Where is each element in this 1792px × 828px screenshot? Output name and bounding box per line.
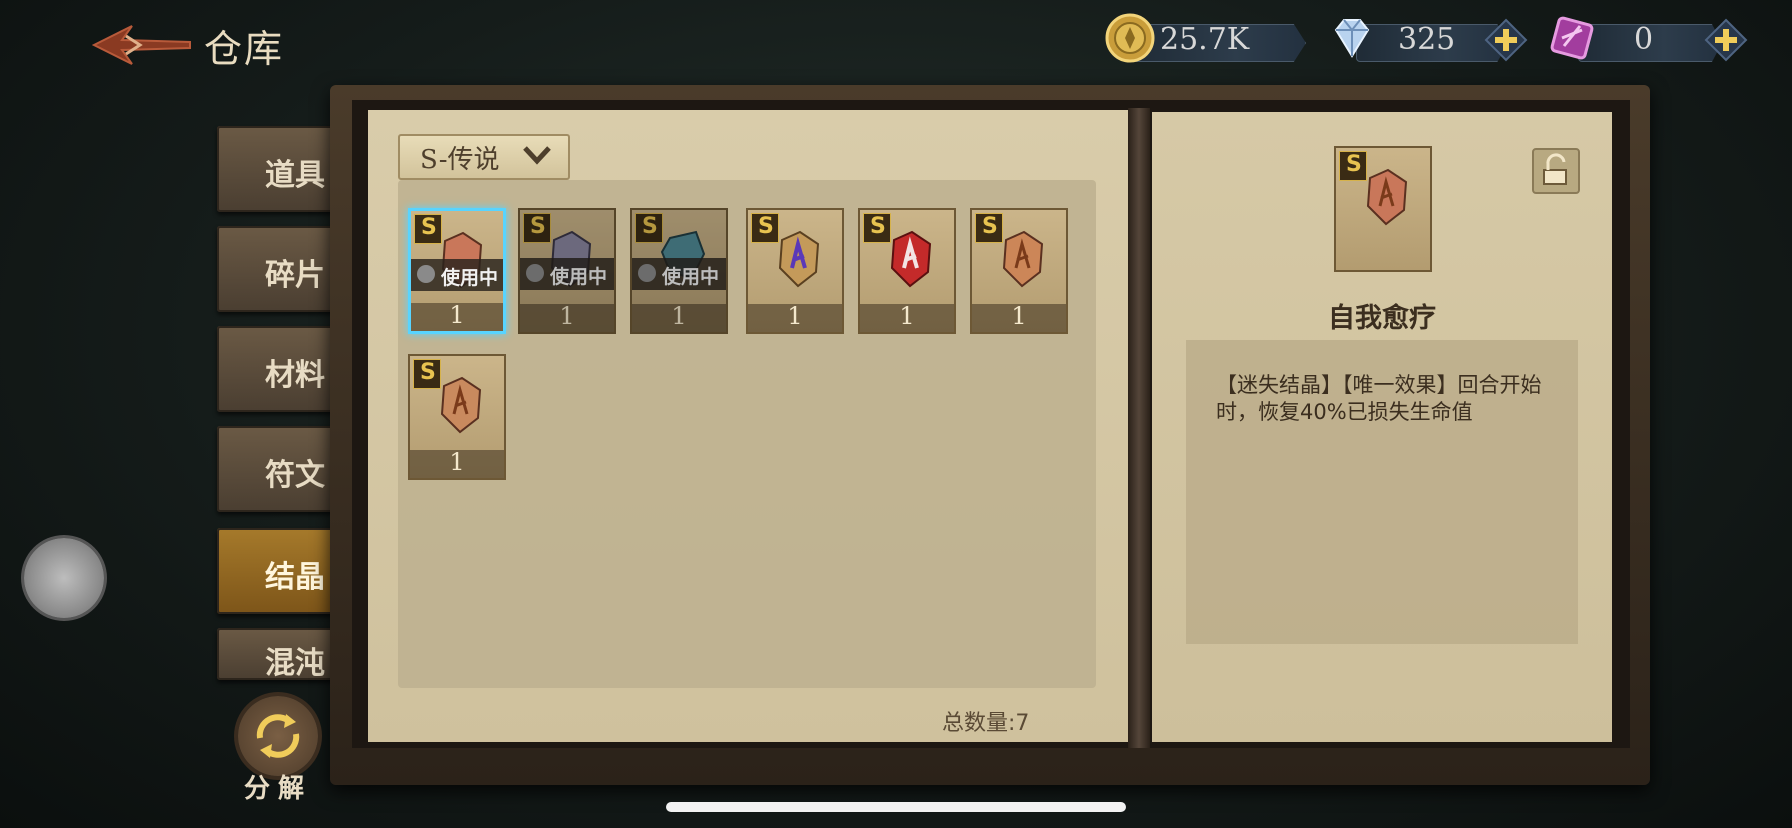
item-card[interactable]: S 使用中 1 (630, 208, 728, 334)
item-quantity: 1 (559, 302, 575, 330)
tab-label: 道具 (265, 158, 325, 193)
tab-fragments[interactable]: 碎片 (217, 226, 335, 312)
crystal-icon (440, 376, 482, 434)
rarity-filter-label: S-传说 (420, 145, 500, 175)
tab-label: 材料 (265, 358, 325, 393)
item-card[interactable]: S 1 (970, 208, 1068, 334)
decompose-label: 分解 (244, 774, 313, 804)
crystal-icon (778, 230, 820, 288)
tab-label: 符文 (265, 458, 325, 493)
in-use-badge: 使用中 (520, 258, 614, 290)
diamond-icon (1334, 19, 1370, 58)
crystal-value: 0 (1634, 22, 1654, 57)
equipped-character-icon (638, 264, 656, 282)
item-quantity: 1 (899, 302, 915, 330)
item-quantity: 1 (787, 302, 803, 330)
detail-item-card: S (1334, 146, 1432, 272)
item-card[interactable]: S 1 (746, 208, 844, 334)
item-quantity: 1 (671, 302, 687, 330)
unlock-icon (1543, 153, 1567, 185)
home-indicator[interactable] (666, 802, 1126, 812)
coin-icon (1105, 13, 1155, 63)
tab-label: 混沌 (265, 646, 325, 680)
decompose-button[interactable] (238, 696, 318, 776)
in-use-badge: 使用中 (411, 259, 503, 291)
tab-items[interactable]: 道具 (217, 126, 335, 212)
coin-value: 25.7K (1160, 22, 1250, 57)
lock-toggle-button[interactable] (1532, 148, 1580, 194)
total-count: 总数量:7 (942, 711, 1030, 736)
equipped-character-icon (526, 264, 544, 282)
page-title: 仓库 (204, 27, 285, 71)
item-card[interactable]: S 使用中 1 (408, 208, 506, 334)
item-description: 【迷失结晶】【唯一效果】回合开始时，恢复40%已损失生命值 (1216, 373, 1542, 424)
back-button[interactable] (92, 22, 192, 68)
in-use-badge: 使用中 (632, 258, 726, 290)
add-diamond-button[interactable] (1484, 18, 1528, 62)
item-quantity: 1 (449, 301, 465, 329)
pinwheel-menu-button[interactable] (24, 538, 104, 618)
item-card[interactable]: S 1 (858, 208, 956, 334)
tab-crystals[interactable]: 结晶 (217, 528, 335, 614)
equipped-character-icon (417, 265, 435, 283)
item-quantity: 1 (449, 448, 465, 476)
tab-label: 结晶 (265, 560, 325, 595)
recycle-icon (256, 714, 300, 758)
crystal-icon (1002, 230, 1044, 288)
item-name: 自我愈疗 (1328, 303, 1436, 334)
item-card[interactable]: S 使用中 1 (518, 208, 616, 334)
chevron-down-icon (523, 146, 551, 165)
tab-materials[interactable]: 材料 (217, 326, 335, 412)
tab-label: 碎片 (265, 258, 325, 293)
purple-crystal-icon (1550, 16, 1594, 60)
tab-runes[interactable]: 符文 (217, 426, 335, 512)
crystal-icon (1366, 168, 1408, 226)
book-spine (1128, 108, 1150, 748)
item-quantity: 1 (1011, 302, 1027, 330)
crystal-icon (890, 230, 932, 288)
item-card[interactable]: S 1 (408, 354, 506, 480)
add-crystal-button[interactable] (1704, 18, 1748, 62)
diamond-value: 325 (1398, 22, 1456, 57)
tab-chaos[interactable]: 混沌 (217, 628, 335, 680)
